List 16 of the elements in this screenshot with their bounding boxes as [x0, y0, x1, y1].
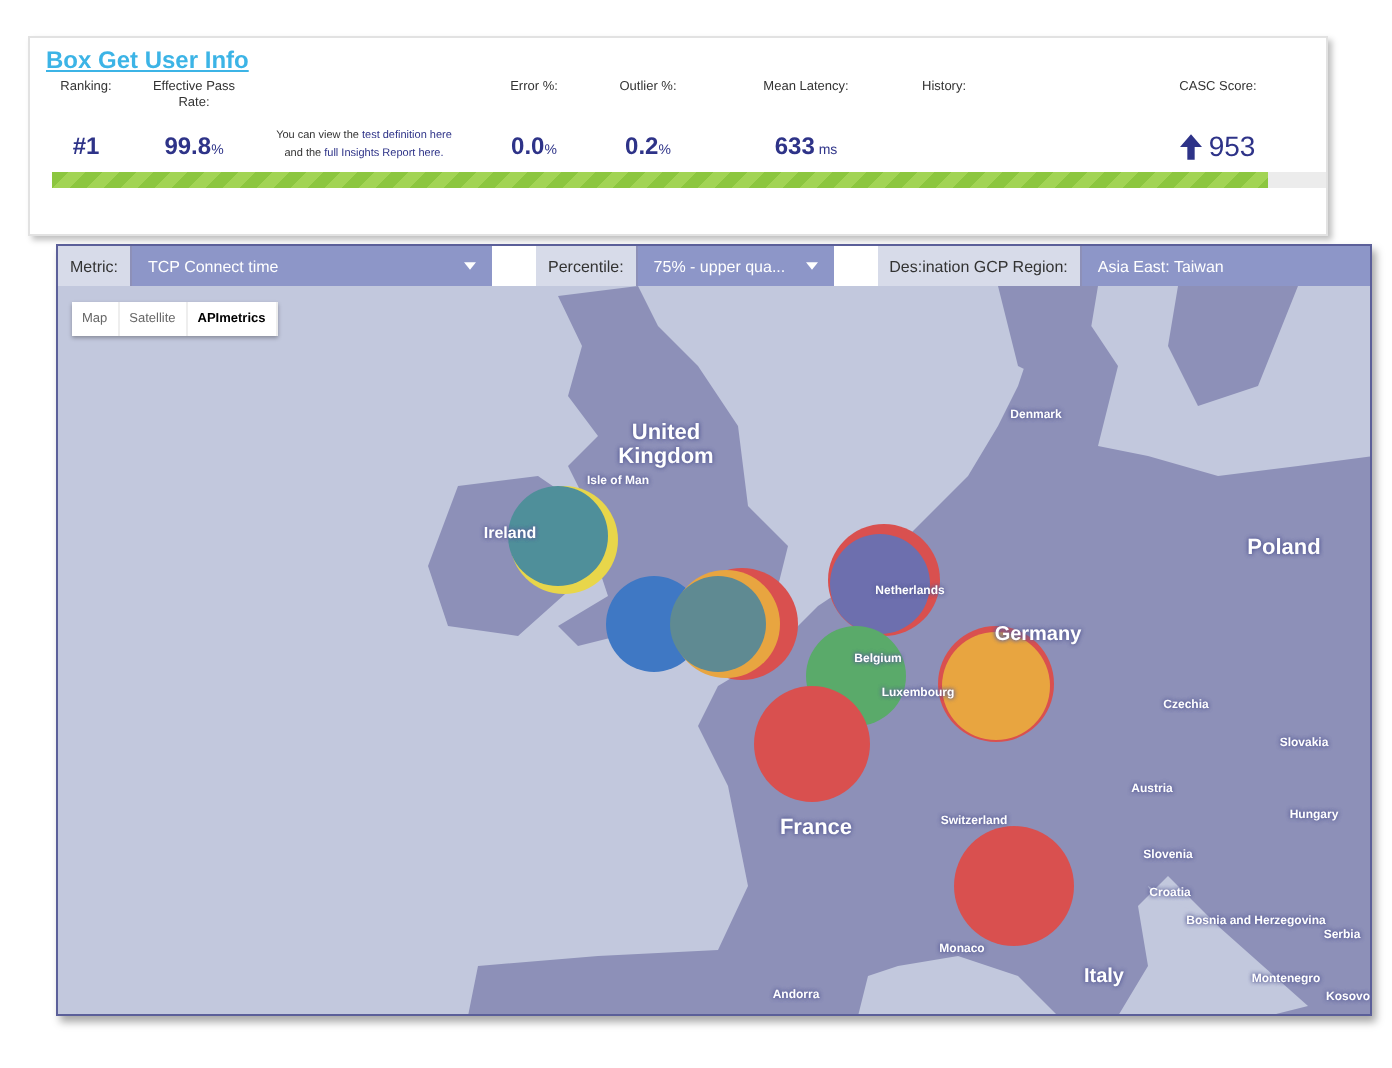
filter-label: Percentile: — [536, 246, 638, 286]
score-value: 953 — [1208, 130, 1256, 162]
place-label: Ireland — [481, 525, 539, 543]
location-marker[interactable] — [754, 686, 870, 802]
place-label: United Kingdom — [616, 422, 716, 470]
place-label: France — [777, 818, 855, 842]
location-marker[interactable] — [670, 576, 766, 672]
arrow-up-icon — [1180, 133, 1203, 159]
caret-icon — [805, 262, 818, 270]
caret-icon — [464, 262, 476, 270]
place-label: Italy — [1081, 967, 1126, 989]
place-label: Poland — [1245, 538, 1323, 562]
location-marker[interactable] — [954, 826, 1074, 946]
filter-label: Des:ination GCP Region: — [877, 246, 1082, 286]
filter-label: Metric: — [58, 246, 132, 286]
stat-value: #1 — [72, 132, 100, 160]
